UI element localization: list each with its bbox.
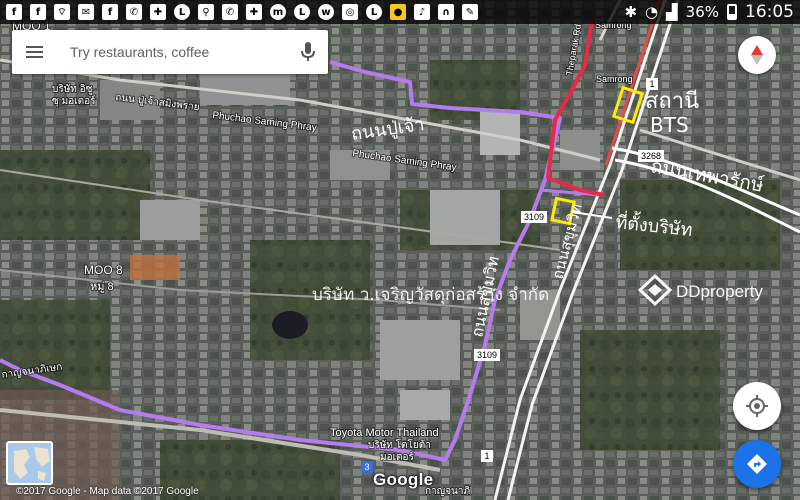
wifi-icon: ⌔ bbox=[54, 4, 70, 20]
shield-1-top: 1 bbox=[649, 79, 654, 89]
minimap-thumbnail[interactable] bbox=[6, 441, 53, 485]
notification-icons: f f ⌔ ✉ f ✆ ✚ L ⚲ ✆ ✚ m Lw ◎ L ● ♪ ∩ ✎ bbox=[6, 4, 478, 20]
watermark-brand: DDproperty bbox=[676, 282, 763, 301]
label-toyota-th-2: มอเตอร์ bbox=[380, 451, 415, 463]
line-icon: L bbox=[174, 4, 190, 20]
f-icon: f bbox=[102, 4, 118, 20]
google-logo: Google bbox=[373, 470, 434, 489]
label-company-top-1: บริษัท อิซู bbox=[52, 84, 93, 95]
phone-icon: ✆ bbox=[126, 4, 142, 20]
search-input[interactable] bbox=[56, 44, 288, 60]
label-samrong: Samrong bbox=[596, 74, 633, 84]
battery-icon bbox=[727, 4, 737, 20]
clock: 16:05 bbox=[745, 2, 794, 22]
label-company-top-2: ซุ มอเตอร์ bbox=[52, 95, 96, 107]
map-attribution: ©2017 Google - Map data ©2017 Google bbox=[16, 486, 199, 497]
watermark-company: บริษัท ว.เจริญวัสดุก่อสร้าง จำกัด bbox=[312, 285, 549, 305]
f-icon: f bbox=[30, 4, 46, 20]
battery-percent: 36% bbox=[685, 3, 719, 21]
shield-1-bottom: 1 bbox=[484, 451, 489, 461]
label-toyota-th-1: บริษัท โตโยต้า bbox=[368, 438, 431, 451]
line-icon: L bbox=[366, 4, 382, 20]
phone-x-icon: ✆ bbox=[222, 4, 238, 20]
label-moo8-th: หมู่ 8 bbox=[90, 281, 114, 293]
yellow-app-icon: ● bbox=[390, 4, 406, 20]
stylus-icon: ✎ bbox=[462, 4, 478, 20]
pin-icon: ⚲ bbox=[198, 4, 214, 20]
hw-station: สถานี bbox=[645, 89, 699, 114]
instagram-icon: ◎ bbox=[342, 4, 358, 20]
shield-3109-top: 3109 bbox=[524, 212, 544, 222]
hamburger-icon[interactable] bbox=[12, 30, 56, 74]
search-bar[interactable] bbox=[12, 30, 328, 74]
my-location-icon[interactable] bbox=[733, 382, 781, 430]
messenger-icon: m bbox=[270, 4, 286, 20]
pond bbox=[272, 311, 308, 339]
orange-roofs bbox=[130, 255, 180, 280]
line-icon: L bbox=[294, 4, 310, 20]
label-moo8-en: MOO 8 bbox=[84, 263, 123, 277]
wifi-icon: ◔ bbox=[645, 3, 659, 21]
satellite-map[interactable]: 3109 3109 3268 1 1 3 MOO 1 บริษัท อิซู ซ… bbox=[0, 0, 800, 500]
directions-icon[interactable] bbox=[733, 440, 781, 488]
bluetooth-icon: ✱ bbox=[624, 3, 638, 21]
whatsapp-icon: w bbox=[318, 4, 334, 20]
hw-bts: BTS bbox=[650, 113, 689, 137]
tool-icon: ✚ bbox=[246, 4, 262, 20]
wrench-icon: ✚ bbox=[150, 4, 166, 20]
mail-icon: ✉ bbox=[78, 4, 94, 20]
mic-icon[interactable] bbox=[288, 30, 328, 74]
signal-icon: ▟ bbox=[666, 3, 678, 21]
headset-icon: ∩ bbox=[438, 4, 454, 20]
compass-icon[interactable] bbox=[738, 36, 776, 74]
status-bar: f f ⌔ ✉ f ✆ ✚ L ⚲ ✆ ✚ m Lw ◎ L ● ♪ ∩ ✎ ✱ ◔ ▟ 36% 16:05 bbox=[0, 0, 800, 24]
status-right: ✱ ◔ ▟ 36% 16:05 bbox=[624, 2, 794, 22]
f-icon: f bbox=[6, 4, 22, 20]
shield-3: 3 bbox=[364, 462, 369, 472]
label-toyota-en: Toyota Motor Thailand bbox=[330, 427, 439, 439]
shield-3109-bottom: 3109 bbox=[477, 350, 497, 360]
bell-icon: ♪ bbox=[414, 4, 430, 20]
